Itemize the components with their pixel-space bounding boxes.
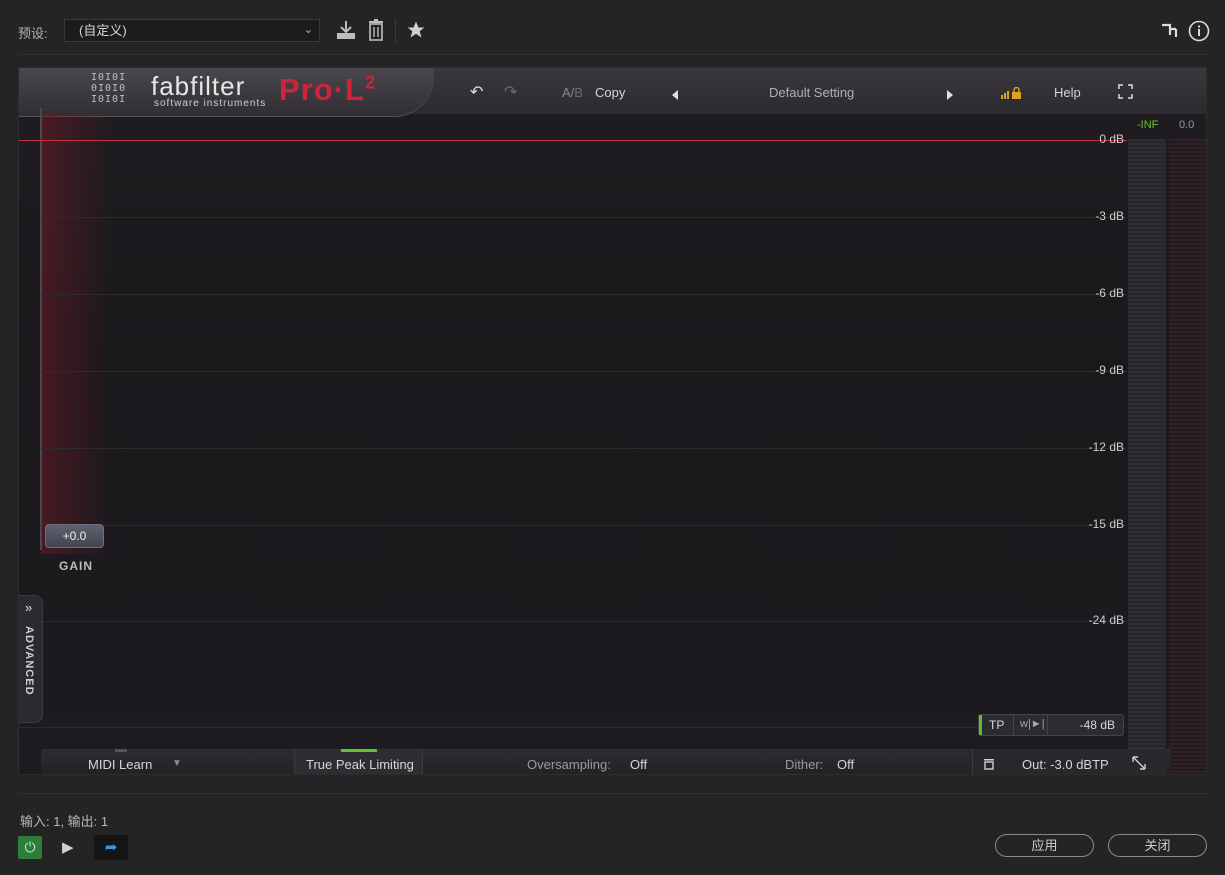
- input-level-meter: [1128, 139, 1166, 774]
- advanced-tab[interactable]: » ADVANCED: [19, 595, 43, 723]
- waveform-icon[interactable]: w|►|: [1020, 718, 1045, 730]
- copy-button[interactable]: Copy: [595, 85, 625, 100]
- apply-button[interactable]: 应用: [995, 834, 1094, 857]
- midi-learn-button[interactable]: MIDI Learn: [88, 757, 152, 772]
- db-label: -3 dB: [1095, 209, 1124, 223]
- tp-indicator: [979, 715, 982, 735]
- output-level[interactable]: Out: -3.0 dBTP: [1022, 757, 1109, 772]
- db-label: -24 dB: [1088, 613, 1124, 627]
- star-icon[interactable]: [406, 20, 426, 45]
- preset-select[interactable]: (自定义) ⌄: [64, 19, 320, 42]
- grid-line: [41, 371, 1127, 372]
- plugin-window: I0I0I 0I0I0 I0I0I fabfilter software instr…: [18, 67, 1207, 775]
- redo-icon[interactable]: ↷: [504, 82, 517, 102]
- output-level-meter: [1169, 139, 1206, 774]
- fabfilter-logo-icon: I0I0I 0I0I0 I0I0I: [91, 72, 127, 105]
- grid-line: [41, 294, 1127, 295]
- product-name-text: Pro·L: [279, 72, 365, 107]
- ab-b: B: [574, 85, 583, 100]
- routing-icon[interactable]: [1160, 21, 1180, 46]
- db-label: -9 dB: [1095, 363, 1124, 377]
- preset-select-value: (自定义): [79, 23, 127, 38]
- next-preset-icon[interactable]: [947, 87, 953, 100]
- true-peak-button[interactable]: True Peak Limiting: [306, 757, 414, 772]
- advanced-label: ADVANCED: [23, 626, 35, 696]
- toolbar-divider: [18, 54, 1207, 55]
- range-value[interactable]: -48 dB: [1080, 718, 1115, 732]
- db-label: -15 dB: [1088, 517, 1124, 531]
- grid-line: [41, 217, 1127, 218]
- sidechain-icon[interactable]: ➦: [94, 835, 128, 860]
- product-version: 2: [364, 72, 376, 93]
- ab-toggle[interactable]: A/B: [562, 85, 583, 100]
- oversampling-label: Oversampling:: [527, 757, 611, 772]
- tp-toggle[interactable]: TP: [989, 718, 1004, 732]
- gain-glow: [41, 114, 111, 554]
- grid-line: [19, 727, 1127, 728]
- grid-line: [41, 525, 1127, 526]
- oversampling-value[interactable]: Off: [630, 757, 647, 772]
- preset-label: 预设:: [18, 26, 48, 41]
- db-label: -6 dB: [1095, 286, 1124, 300]
- db-label: 0 dB: [1099, 132, 1124, 146]
- resize-icon[interactable]: [1131, 755, 1147, 774]
- meter-out-readout: 0.0: [1179, 119, 1195, 131]
- info-icon[interactable]: [1188, 20, 1210, 47]
- product-name: Pro·L2: [279, 72, 376, 108]
- display-range-control[interactable]: TP w|►| -48 dB: [978, 714, 1124, 736]
- toolbar-separator: [395, 19, 396, 43]
- prev-preset-icon[interactable]: [672, 87, 678, 100]
- chevron-down-icon: ⌄: [303, 24, 313, 36]
- preset-name[interactable]: Default Setting: [769, 85, 854, 100]
- double-chevron-right-icon: »: [25, 600, 33, 615]
- fullscreen-icon[interactable]: [1118, 84, 1133, 104]
- close-button[interactable]: 关闭: [1108, 834, 1207, 857]
- divider: [1013, 715, 1014, 735]
- meter-in-readout: -INF: [1137, 119, 1159, 131]
- help-button[interactable]: Help: [1054, 85, 1081, 100]
- dither-label: Dither:: [785, 757, 824, 772]
- output-settings-icon[interactable]: [983, 757, 995, 774]
- grid-line: [41, 448, 1127, 449]
- undo-icon[interactable]: ↶: [470, 82, 483, 102]
- true-peak-led: [341, 749, 377, 752]
- download-icon[interactable]: [335, 19, 357, 46]
- trash-icon[interactable]: [366, 19, 386, 46]
- gain-label: GAIN: [59, 559, 93, 573]
- divider: [1047, 715, 1048, 735]
- dither-value[interactable]: Off: [837, 757, 854, 772]
- ceiling-line: [19, 140, 1127, 141]
- gain-knob[interactable]: +0.0: [45, 524, 104, 548]
- db-label: -12 dB: [1088, 440, 1124, 454]
- ab-a: A/: [562, 85, 575, 100]
- midi-dropdown-icon[interactable]: ▼: [172, 758, 182, 769]
- gain-slider-track[interactable]: [40, 108, 42, 550]
- brand-subtitle: software instruments: [154, 98, 267, 109]
- play-icon[interactable]: ▶: [62, 838, 74, 856]
- io-info: 输入: 1, 输出: 1: [20, 814, 109, 829]
- power-icon[interactable]: ⏻: [18, 836, 42, 859]
- footer-divider: [18, 793, 1207, 794]
- cpu-lock-icon[interactable]: [1001, 86, 1023, 104]
- midi-led: [115, 749, 127, 752]
- grid-line: [41, 621, 1127, 622]
